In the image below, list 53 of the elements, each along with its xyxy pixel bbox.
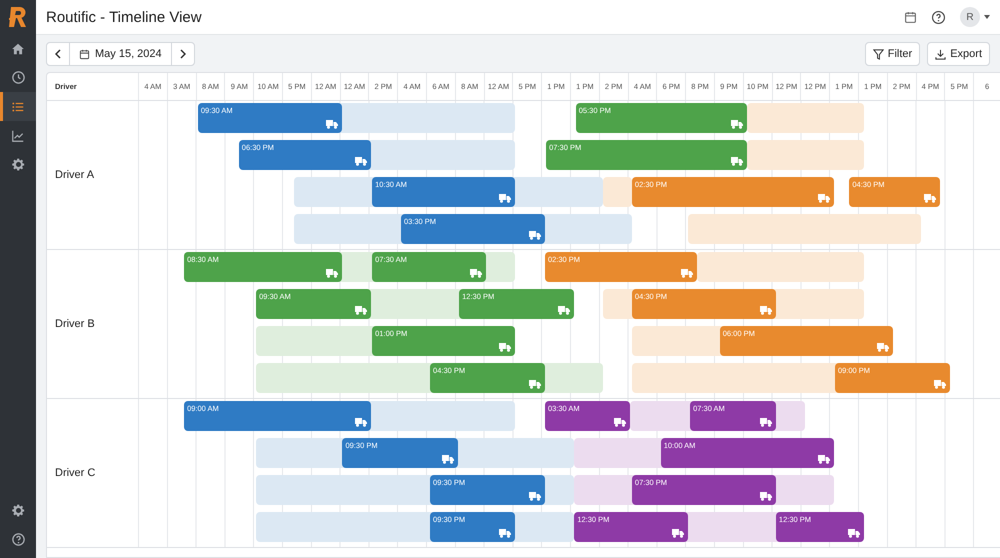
chevron-left-icon	[55, 49, 61, 59]
export-button[interactable]: Export	[927, 42, 990, 66]
truck-icon	[326, 269, 338, 278]
logo-icon	[9, 6, 27, 28]
truck-icon	[528, 492, 541, 501]
truck-icon	[731, 120, 744, 129]
truck-icon	[672, 529, 684, 538]
calendar-icon[interactable]	[904, 10, 917, 24]
truck-icon	[355, 306, 368, 315]
truck-icon	[499, 343, 512, 352]
truck-icon	[355, 157, 368, 166]
driver-name: Driver B	[55, 318, 95, 330]
calendar-icon	[79, 48, 90, 60]
truck-icon	[818, 455, 830, 464]
sidebar-item[interactable]	[0, 92, 36, 121]
truck-icon	[731, 157, 744, 166]
filter-icon	[872, 48, 884, 60]
settings-icon	[10, 503, 26, 518]
truck-icon	[326, 120, 338, 129]
truck-icon	[499, 529, 512, 538]
home-icon	[11, 42, 25, 56]
truck-icon	[876, 343, 889, 352]
truck-icon	[528, 231, 541, 240]
settings-icon	[10, 157, 26, 172]
line-chart-icon	[11, 128, 25, 142]
truck-icon	[760, 306, 772, 315]
help-icon	[10, 532, 26, 547]
truck-icon	[614, 418, 626, 427]
truck-icon	[528, 380, 541, 389]
driver-name: Driver C	[55, 467, 96, 479]
truck-icon	[924, 194, 936, 203]
truck-icon	[760, 492, 772, 501]
driver-name: Driver A	[55, 169, 94, 181]
truck-icon	[442, 455, 454, 464]
truck-icon	[355, 418, 368, 427]
truck-icon	[818, 194, 830, 203]
truck-icon	[499, 194, 512, 203]
help-icon[interactable]	[931, 10, 946, 24]
user-avatar[interactable]: R	[960, 7, 980, 27]
truck-icon	[934, 380, 946, 389]
page-title: Routific - Timeline View	[46, 8, 203, 26]
date-label: May 15, 2024	[95, 48, 162, 60]
list-icon	[11, 100, 25, 114]
download-icon	[935, 48, 946, 60]
truck-icon	[558, 306, 570, 315]
caret-icon[interactable]	[984, 15, 990, 19]
chevron-right-icon	[180, 49, 186, 59]
truck-icon	[680, 269, 693, 278]
clock-icon	[10, 70, 26, 85]
truck-icon	[470, 269, 482, 278]
truck-icon	[848, 529, 860, 538]
truck-icon	[760, 418, 772, 427]
filter-button[interactable]: Filter	[864, 42, 920, 66]
